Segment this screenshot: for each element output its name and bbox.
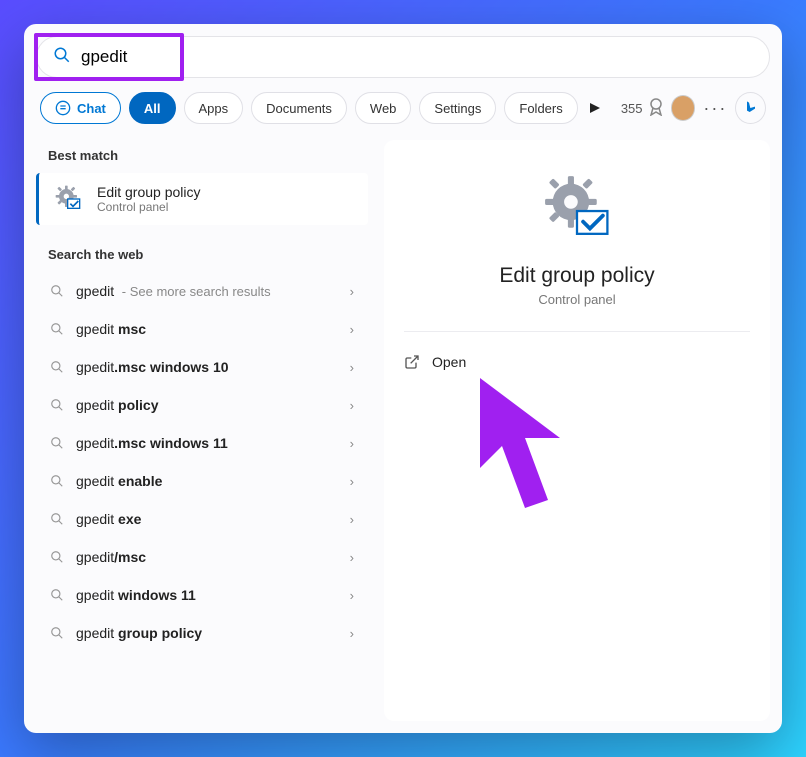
web-result-text: gpedit msc — [76, 321, 146, 337]
apps-chip[interactable]: Apps — [184, 92, 244, 124]
best-match-item[interactable]: Edit group policy Control panel — [36, 173, 368, 225]
search-input[interactable] — [81, 47, 753, 67]
documents-chip[interactable]: Documents — [251, 92, 347, 124]
detail-title: Edit group policy — [499, 264, 654, 288]
search-icon — [50, 626, 64, 640]
web-result-item[interactable]: gpedit windows 11 › — [36, 576, 368, 614]
search-icon — [53, 46, 71, 69]
web-result-text: gpedit/msc — [76, 549, 146, 565]
chevron-right-icon: › — [350, 474, 354, 489]
search-icon — [50, 322, 64, 336]
web-result-item[interactable]: gpedit enable › — [36, 462, 368, 500]
divider — [404, 331, 750, 332]
web-results-list: gpedit - See more search results›gpedit … — [36, 272, 368, 652]
search-icon — [50, 512, 64, 526]
user-avatar[interactable] — [671, 95, 696, 121]
folders-label: Folders — [519, 101, 562, 116]
chat-chip[interactable]: Chat — [40, 92, 121, 124]
chevron-right-icon: › — [350, 588, 354, 603]
chat-label: Chat — [77, 101, 106, 116]
web-result-text: gpedit policy — [76, 397, 159, 413]
detail-gear-icon — [539, 170, 615, 246]
apps-label: Apps — [199, 101, 229, 116]
web-result-item[interactable]: gpedit.msc windows 10 › — [36, 348, 368, 386]
bing-logo-icon[interactable] — [735, 92, 766, 124]
chevron-right-icon: › — [350, 360, 354, 375]
search-bar-wrap — [36, 36, 770, 78]
search-web-header: Search the web — [36, 239, 368, 272]
chevron-right-icon: › — [350, 398, 354, 413]
search-icon — [50, 550, 64, 564]
web-result-text: gpedit enable — [76, 473, 162, 489]
open-label: Open — [432, 354, 466, 370]
points-value: 355 — [621, 101, 643, 116]
search-icon — [50, 474, 64, 488]
chevron-right-icon: › — [350, 284, 354, 299]
web-result-item[interactable]: gpedit - See more search results › — [36, 272, 368, 310]
web-chip[interactable]: Web — [355, 92, 412, 124]
search-window: Chat All Apps Documents Web Settings Fol… — [24, 24, 782, 733]
web-result-text: gpedit group policy — [76, 625, 202, 641]
chevron-right-icon: › — [350, 322, 354, 337]
best-match-header: Best match — [36, 140, 368, 173]
web-result-text: gpedit exe — [76, 511, 141, 527]
open-action[interactable]: Open — [404, 350, 750, 374]
medal-icon — [649, 98, 663, 119]
settings-chip[interactable]: Settings — [419, 92, 496, 124]
chevron-right-icon: › — [350, 550, 354, 565]
web-result-text: gpedit - See more search results — [76, 283, 271, 299]
rewards-points[interactable]: 355 — [621, 98, 663, 119]
web-result-text: gpedit.msc windows 10 — [76, 359, 229, 375]
best-match-title: Edit group policy — [97, 184, 201, 200]
documents-label: Documents — [266, 101, 332, 116]
search-icon — [50, 398, 64, 412]
web-result-text: gpedit.msc windows 11 — [76, 435, 228, 451]
settings-label: Settings — [434, 101, 481, 116]
search-icon — [50, 284, 64, 298]
chevron-right-icon: › — [350, 512, 354, 527]
more-menu-icon[interactable]: ··· — [703, 98, 727, 119]
chevron-right-icon: › — [350, 626, 354, 641]
web-result-item[interactable]: gpedit msc › — [36, 310, 368, 348]
detail-pane: Edit group policy Control panel Open — [384, 140, 770, 721]
web-result-item[interactable]: gpedit exe › — [36, 500, 368, 538]
more-filters-icon[interactable] — [586, 98, 605, 118]
web-label: Web — [370, 101, 397, 116]
best-match-subtitle: Control panel — [97, 200, 201, 214]
web-result-item[interactable]: gpedit/msc › — [36, 538, 368, 576]
results-pane: Best match Edit group policy Control pan… — [36, 140, 368, 721]
search-icon — [50, 588, 64, 602]
all-label: All — [144, 101, 161, 116]
search-bar[interactable] — [36, 36, 770, 78]
search-icon — [50, 360, 64, 374]
gear-icon — [53, 183, 85, 215]
folders-chip[interactable]: Folders — [504, 92, 577, 124]
web-result-text: gpedit windows 11 — [76, 587, 196, 603]
search-icon — [50, 436, 64, 450]
content-area: Best match Edit group policy Control pan… — [36, 140, 770, 721]
filter-row: Chat All Apps Documents Web Settings Fol… — [36, 92, 770, 140]
detail-subtitle: Control panel — [538, 292, 615, 307]
chevron-right-icon: › — [350, 436, 354, 451]
external-link-icon — [404, 354, 420, 370]
web-result-item[interactable]: gpedit policy › — [36, 386, 368, 424]
web-result-item[interactable]: gpedit.msc windows 11 › — [36, 424, 368, 462]
web-result-item[interactable]: gpedit group policy › — [36, 614, 368, 652]
all-chip[interactable]: All — [129, 92, 176, 124]
